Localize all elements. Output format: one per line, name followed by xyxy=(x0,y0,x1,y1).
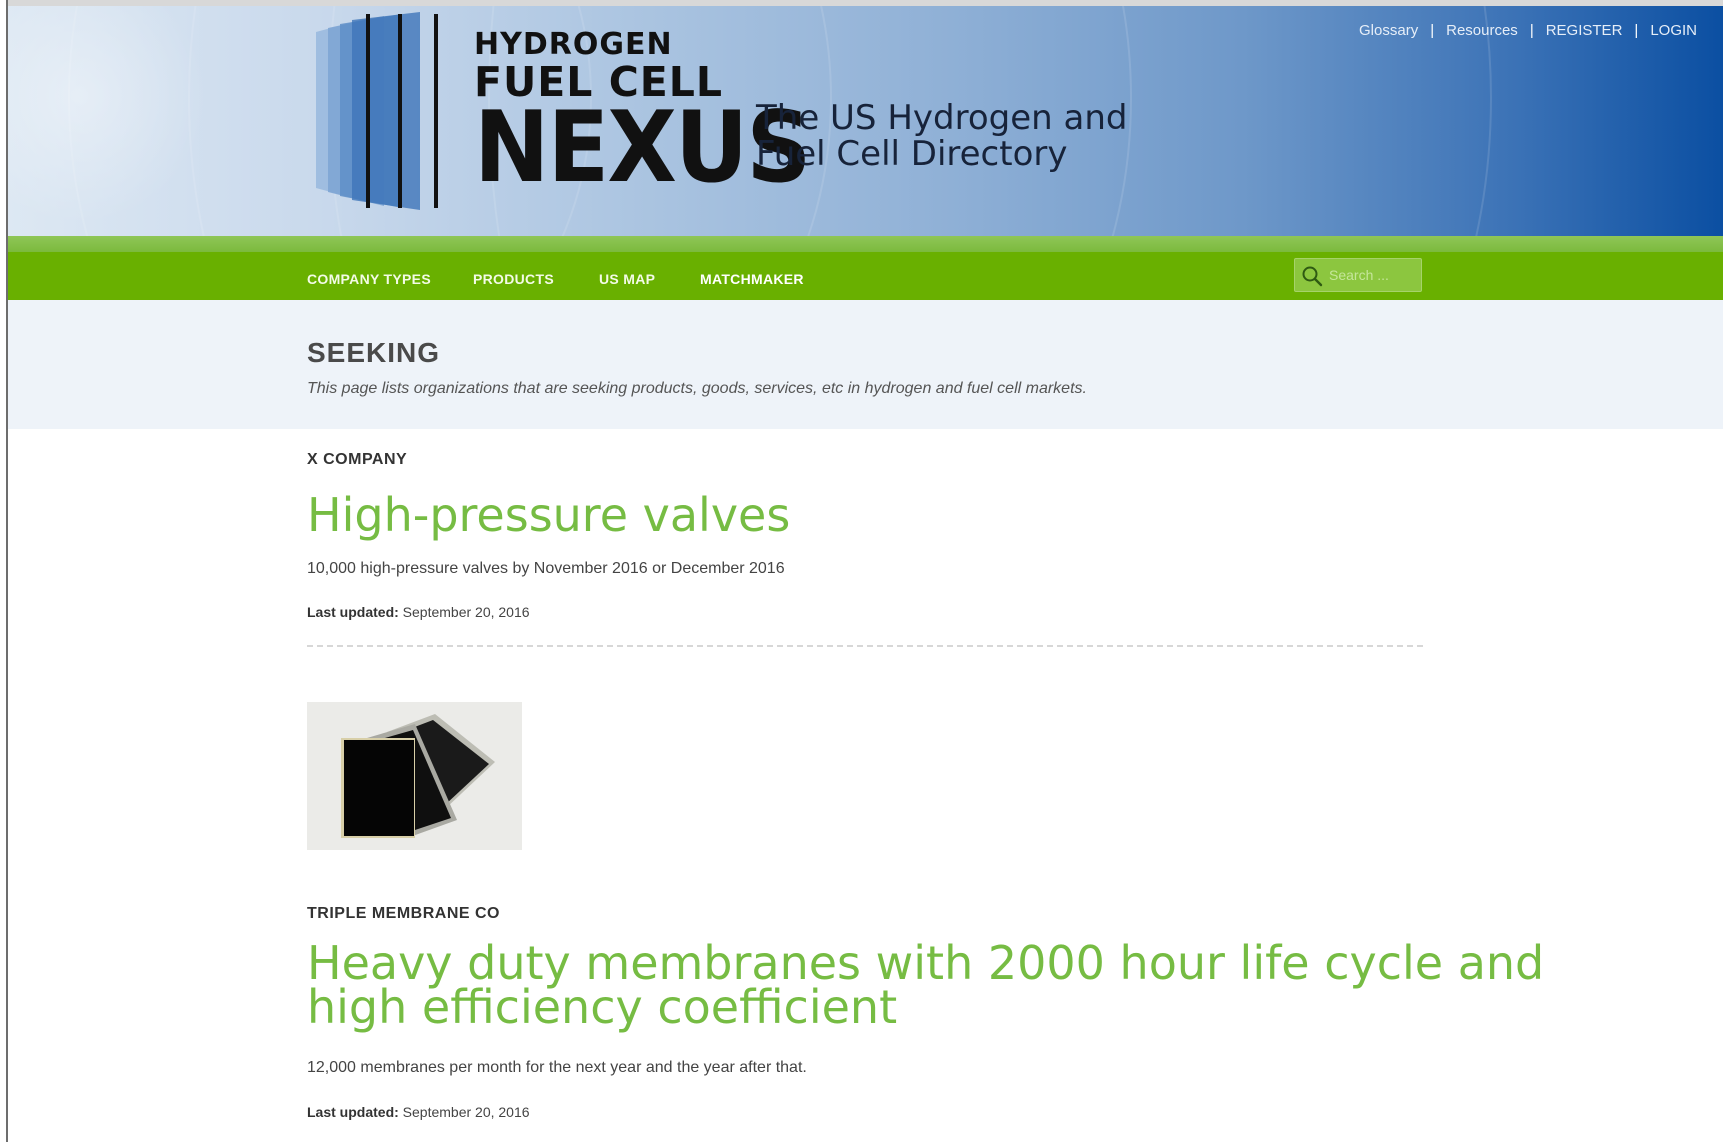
nav-products[interactable]: PRODUCTS xyxy=(473,271,554,287)
membrane-image[interactable] xyxy=(307,702,522,850)
listing-description: 10,000 high-pressure valves by November … xyxy=(307,560,785,577)
top-link-separator: | xyxy=(1430,22,1435,39)
tagline-line-1: The US Hydrogen and xyxy=(756,98,1128,138)
listing-updated: Last updated: September 20, 2016 xyxy=(307,1104,530,1120)
page-intro-band xyxy=(8,300,1723,429)
search-icon[interactable] xyxy=(1301,265,1323,287)
main-nav xyxy=(8,252,1723,300)
glossary-link[interactable]: Glossary xyxy=(1359,22,1418,39)
nav-company-types[interactable]: COMPANY TYPES xyxy=(307,271,431,287)
register-link[interactable]: REGISTER xyxy=(1546,22,1623,39)
listing-divider xyxy=(307,645,1423,647)
updated-label: Last updated: xyxy=(307,1104,399,1120)
top-links: Glossary | Resources | REGISTER | LOGIN xyxy=(1359,22,1697,39)
logo-panel xyxy=(352,12,420,210)
membrane-sheet xyxy=(344,740,414,836)
logo-bar xyxy=(434,14,438,208)
listing-updated: Last updated: September 20, 2016 xyxy=(307,604,530,620)
updated-date: September 20, 2016 xyxy=(402,604,530,620)
search-input[interactable] xyxy=(1329,265,1415,285)
logo-bar xyxy=(366,14,370,208)
search-box[interactable] xyxy=(1294,258,1422,292)
top-link-separator: | xyxy=(1634,22,1639,39)
page-description: This page lists organizations that are s… xyxy=(307,380,1087,397)
updated-label: Last updated: xyxy=(307,604,399,620)
resources-link[interactable]: Resources xyxy=(1446,22,1518,39)
logo-bar xyxy=(398,14,402,208)
nav-matchmaker[interactable]: MATCHMAKER xyxy=(700,271,804,287)
listing-company: TRIPLE MEMBRANE CO xyxy=(307,905,500,922)
listing-title-line: Heavy duty membranes with 2000 hour life… xyxy=(307,936,1545,990)
tagline-line-2: Fuel Cell Directory xyxy=(756,134,1068,174)
membrane-illustration xyxy=(307,702,522,850)
top-link-separator: | xyxy=(1529,22,1534,39)
nav-us-map[interactable]: US MAP xyxy=(599,271,655,287)
page-title: SEEKING xyxy=(307,337,441,368)
listing-title-line: high efficiency coefficient xyxy=(307,980,898,1034)
listing-description: 12,000 membranes per month for the next … xyxy=(307,1059,807,1076)
listing-title-link[interactable]: Heavy duty membranes with 2000 hour life… xyxy=(307,936,1545,1034)
listing-company: X COMPANY xyxy=(307,451,408,468)
listing-title-link[interactable]: High-pressure valves xyxy=(307,488,790,542)
updated-date: September 20, 2016 xyxy=(402,1104,530,1120)
page-frame: Glossary | Resources | REGISTER | LOGIN HYDROG… xyxy=(0,0,1723,1142)
login-link[interactable]: LOGIN xyxy=(1650,22,1697,39)
logo-hydrogen: HYDROGEN xyxy=(474,27,673,62)
site-tagline: The US Hydrogen and Fuel Cell Directory xyxy=(756,100,1127,172)
